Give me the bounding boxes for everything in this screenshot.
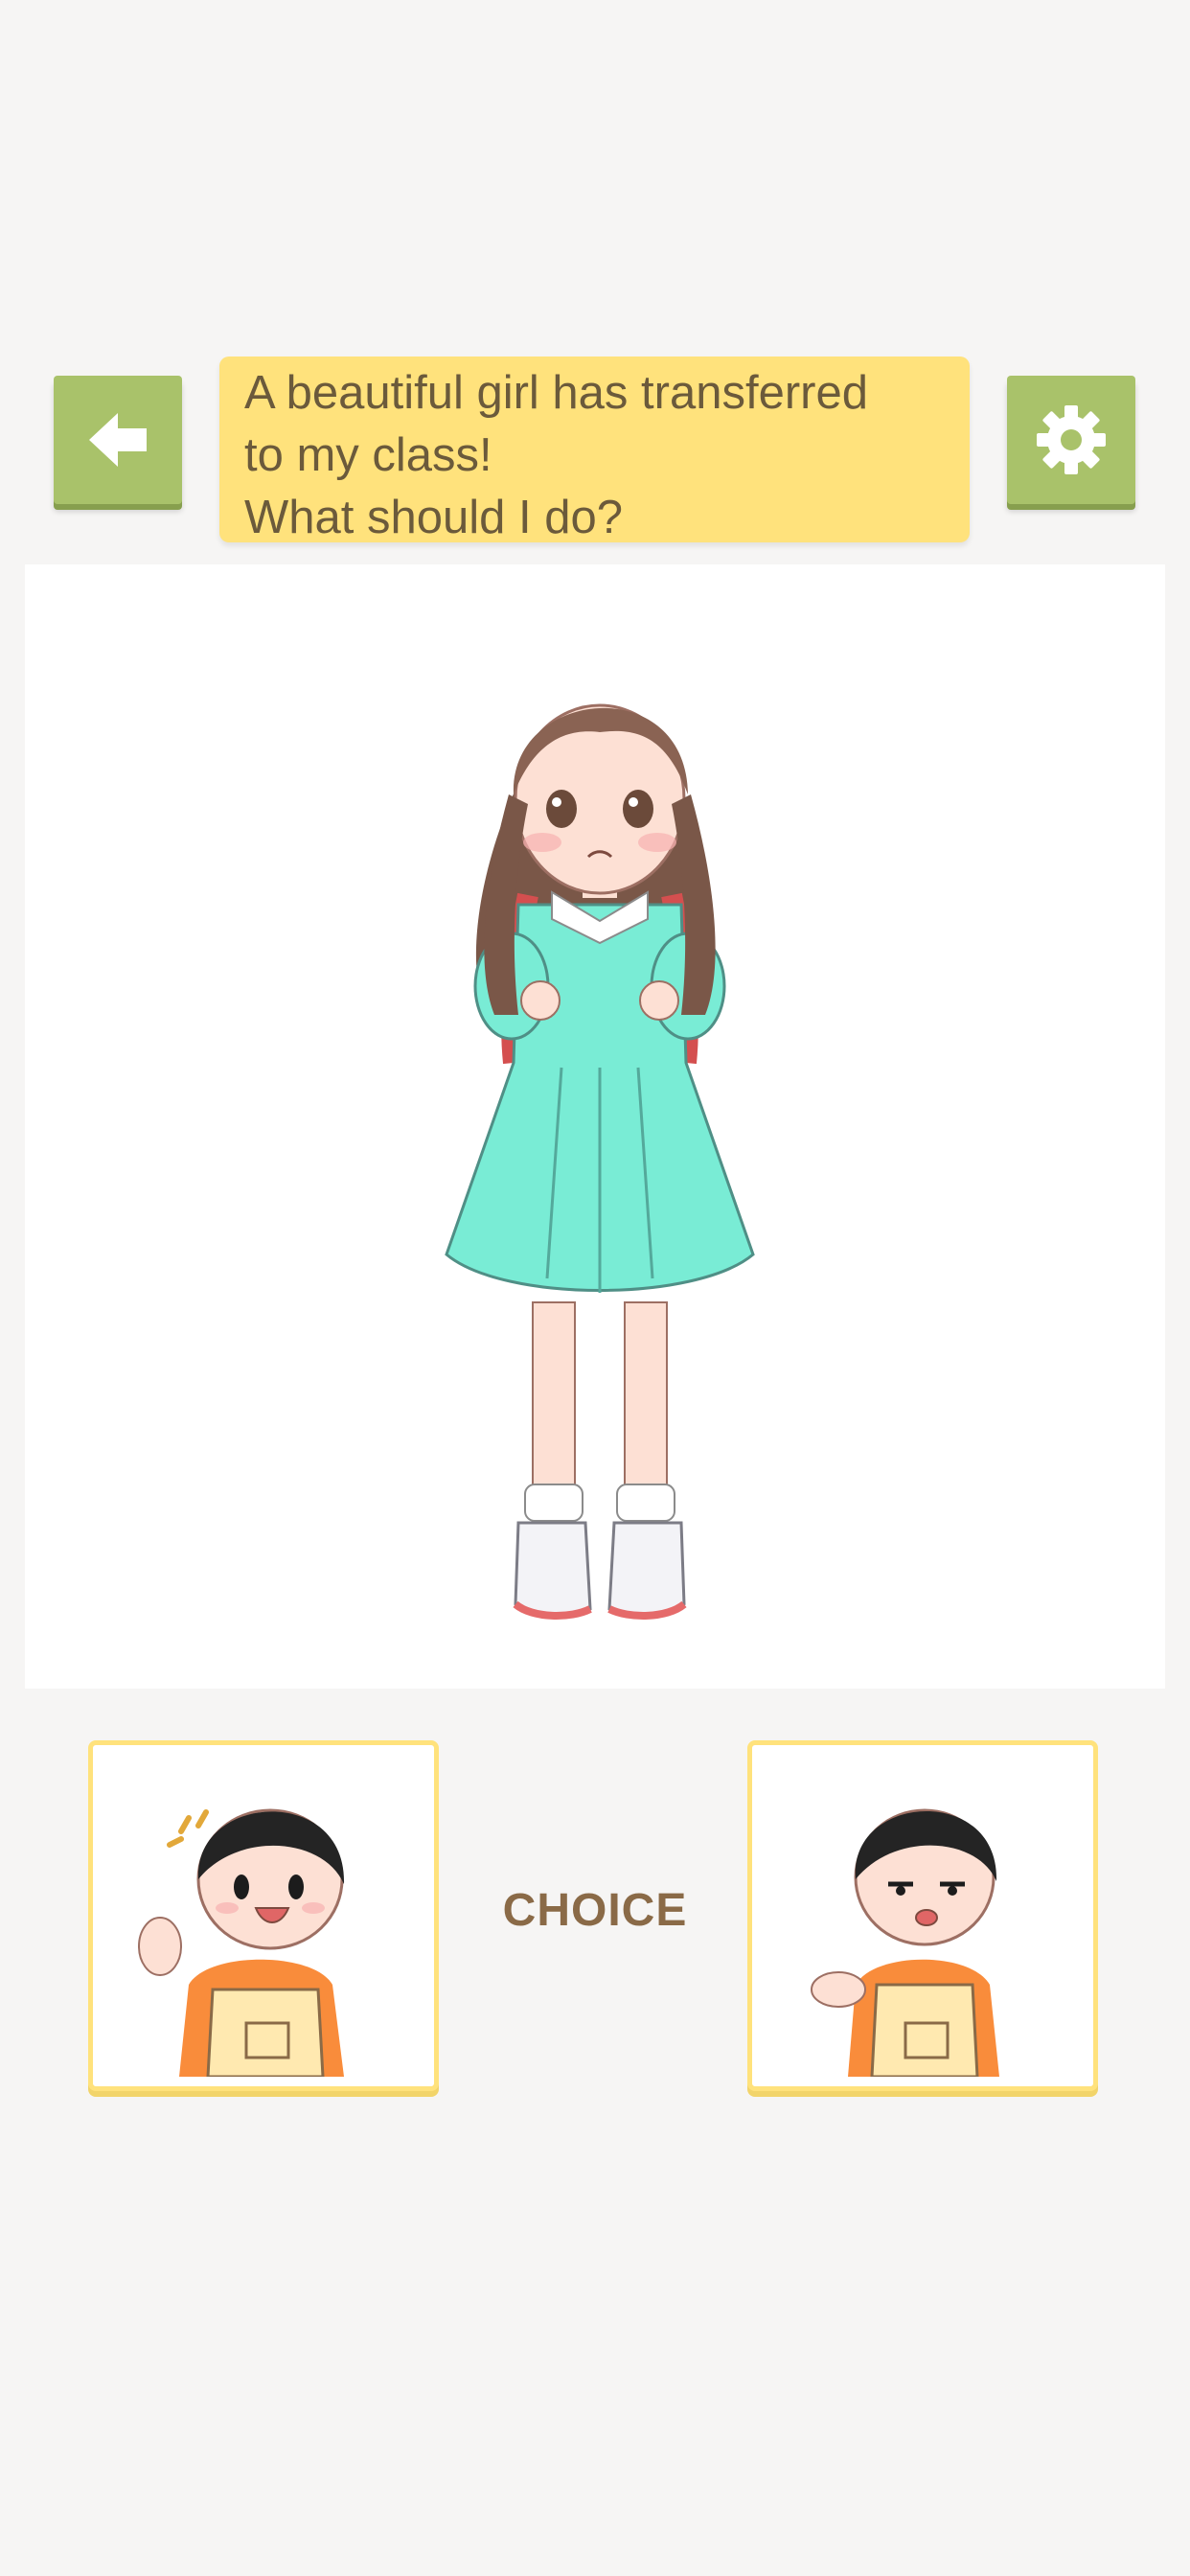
waving-boy-illustration — [138, 1808, 345, 2077]
top-bar: A beautiful girl has transferred to my c… — [0, 356, 1190, 548]
shrugging-boy-illustration — [811, 1808, 999, 2077]
story-prompt: A beautiful girl has transferred to my c… — [219, 356, 970, 543]
choice-card-right[interactable] — [747, 1740, 1098, 2091]
choice-label: CHOICE — [502, 1885, 688, 1936]
arrow-left-icon — [89, 413, 147, 467]
scene-panel — [25, 564, 1165, 1689]
settings-button[interactable] — [1007, 376, 1135, 504]
gear-icon — [1037, 405, 1106, 474]
girl-illustration — [445, 703, 755, 1620]
prompt-line-1: A beautiful girl has transferred — [244, 367, 868, 419]
prompt-line-3: What should I do? — [244, 492, 623, 543]
prompt-line-2: to my class! — [244, 429, 492, 481]
back-button[interactable] — [54, 376, 182, 504]
choice-row: CHOICE — [0, 1740, 1190, 2095]
choice-card-left[interactable] — [88, 1740, 439, 2091]
